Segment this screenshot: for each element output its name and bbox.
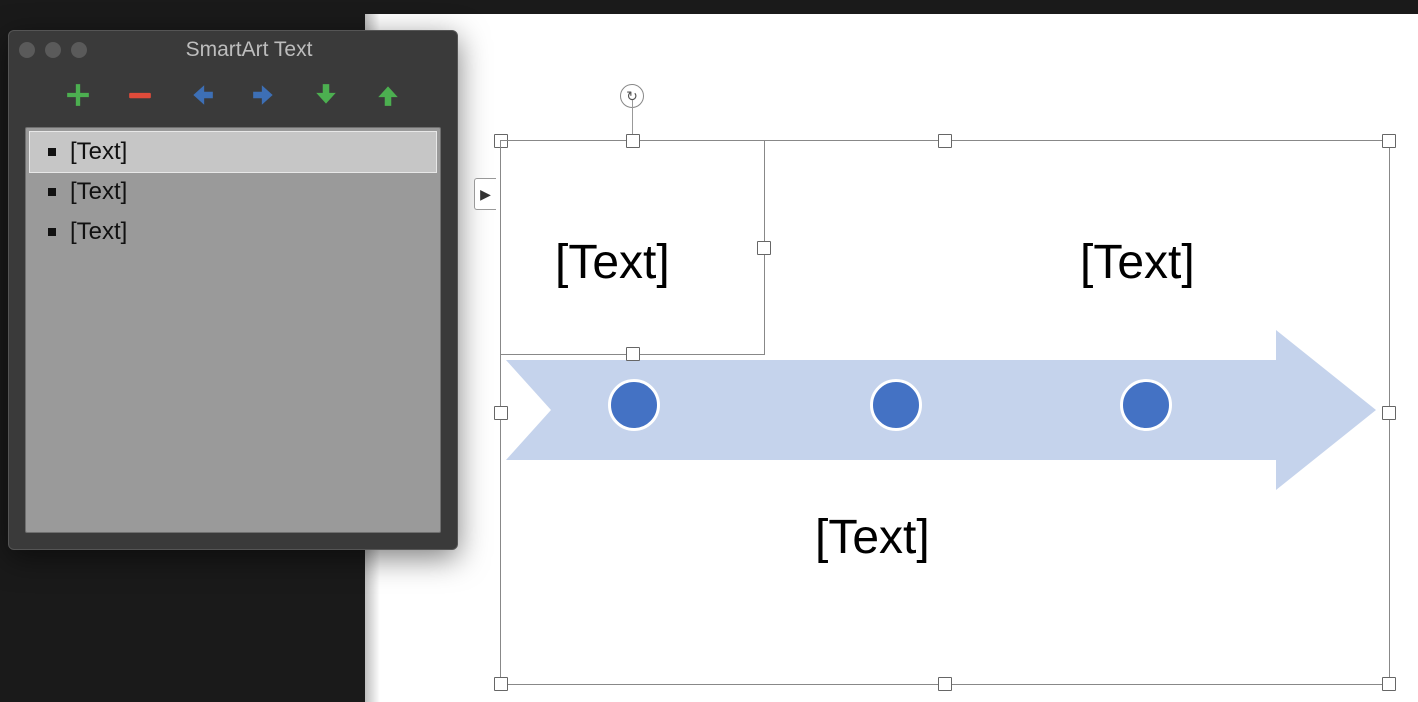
inner-text-selection[interactable] bbox=[500, 140, 765, 355]
pane-toolbar bbox=[9, 69, 457, 121]
zoom-window-icon[interactable] bbox=[71, 42, 87, 58]
smartart-text-pane[interactable]: SmartArt Text [Text] [Text] bbox=[8, 30, 458, 550]
bullet-item[interactable]: [Text] bbox=[26, 172, 440, 212]
resize-handle-br[interactable] bbox=[1382, 677, 1396, 691]
resize-handle-tm[interactable] bbox=[938, 134, 952, 148]
bullet-item-label: [Text] bbox=[70, 138, 127, 166]
resize-handle-bl[interactable] bbox=[494, 677, 508, 691]
window-controls bbox=[19, 42, 87, 58]
arrow-left-icon bbox=[189, 82, 215, 108]
close-window-icon[interactable] bbox=[19, 42, 35, 58]
arrow-down-icon bbox=[313, 82, 339, 108]
resize-handle-tr[interactable] bbox=[1382, 134, 1396, 148]
move-up-button[interactable] bbox=[372, 79, 404, 111]
bullet-item[interactable]: [Text] bbox=[26, 212, 440, 252]
demote-button[interactable] bbox=[248, 79, 280, 111]
bullet-item-label: [Text] bbox=[70, 178, 127, 206]
minus-icon bbox=[127, 82, 153, 108]
resize-handle-mr[interactable] bbox=[1382, 406, 1396, 420]
bullet-list[interactable]: [Text] [Text] [Text] bbox=[25, 127, 441, 533]
arrow-up-icon bbox=[375, 82, 401, 108]
plus-icon bbox=[65, 82, 91, 108]
text-placeholder-2[interactable]: [Text] bbox=[815, 510, 930, 565]
chevron-right-icon: ▶ bbox=[480, 186, 491, 203]
smartart-graphic[interactable]: ↻ ▶ [Text] [Text] [Text] bbox=[500, 140, 1390, 685]
minimize-window-icon[interactable] bbox=[45, 42, 61, 58]
timeline-dot-1[interactable] bbox=[608, 379, 660, 431]
resize-handle-bm[interactable] bbox=[938, 677, 952, 691]
arrow-right-icon bbox=[251, 82, 277, 108]
bullet-marker-icon bbox=[48, 148, 56, 156]
bullet-item[interactable]: [Text] bbox=[30, 132, 436, 172]
add-bullet-button[interactable] bbox=[62, 79, 94, 111]
inner-handle-bm[interactable] bbox=[626, 347, 640, 361]
bullet-marker-icon bbox=[48, 188, 56, 196]
remove-bullet-button[interactable] bbox=[124, 79, 156, 111]
text-placeholder-3[interactable]: [Text] bbox=[1080, 235, 1195, 290]
pane-title: SmartArt Text bbox=[101, 38, 447, 62]
bullet-marker-icon bbox=[48, 228, 56, 236]
expand-text-pane-button[interactable]: ▶ bbox=[474, 178, 496, 210]
timeline-dot-3[interactable] bbox=[1120, 379, 1172, 431]
bullet-item-label: [Text] bbox=[70, 218, 127, 246]
promote-button[interactable] bbox=[186, 79, 218, 111]
inner-handle-tm[interactable] bbox=[626, 134, 640, 148]
pane-titlebar[interactable]: SmartArt Text bbox=[9, 31, 457, 69]
timeline-dot-2[interactable] bbox=[870, 379, 922, 431]
move-down-button[interactable] bbox=[310, 79, 342, 111]
inner-handle-mr[interactable] bbox=[757, 241, 771, 255]
